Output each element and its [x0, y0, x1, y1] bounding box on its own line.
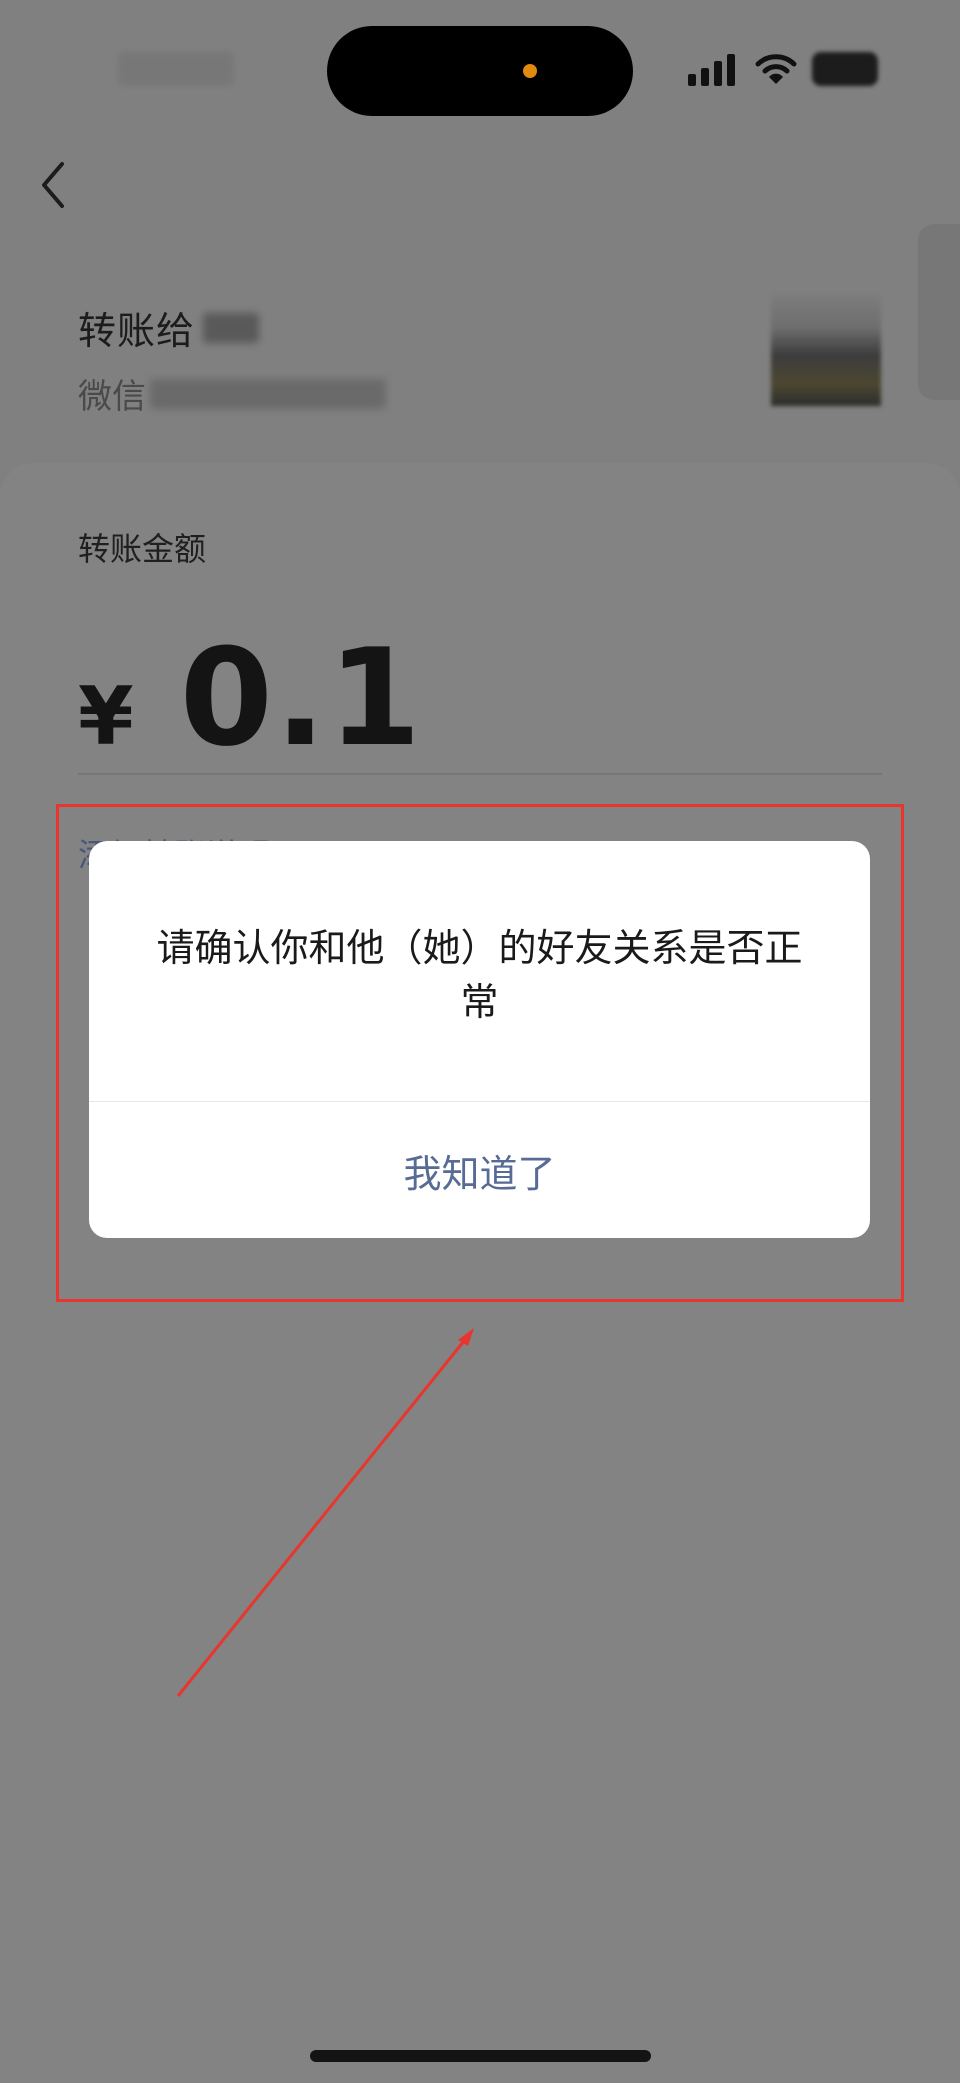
payee-name-blurred: [203, 312, 260, 343]
dialog-confirm-button[interactable]: 我知道了: [89, 1102, 870, 1238]
wifi-icon: [755, 54, 797, 84]
side-handle: [918, 224, 960, 400]
dialog-message: 请确认你和他（她）的好友关系是否正常: [156, 926, 803, 1024]
battery-icon: [812, 52, 878, 86]
payee-title: 转账给: [78, 309, 196, 353]
cellular-signal-icon: [688, 54, 735, 86]
amount-label: 转账金额: [78, 530, 207, 568]
dynamic-island: [327, 26, 633, 116]
currency-symbol: ¥: [78, 670, 134, 763]
status-time-blurred: [118, 52, 234, 86]
amount-value: 0.1: [179, 620, 424, 776]
home-indicator[interactable]: [310, 2050, 651, 2062]
payee-avatar: [771, 294, 881, 406]
payee-info: 转账给 微信: [78, 300, 386, 418]
alert-dialog: 请确认你和他（她）的好友关系是否正常 我知道了: [89, 841, 870, 1238]
privacy-indicator-dot: [523, 64, 537, 78]
wechat-id-blurred: [150, 378, 386, 409]
amount-divider: [78, 773, 882, 775]
back-chevron-icon[interactable]: [30, 150, 80, 220]
wechat-id-label: 微信: [78, 377, 146, 417]
status-bar: [0, 0, 960, 140]
amount-input[interactable]: ¥ 0.1: [78, 620, 423, 776]
